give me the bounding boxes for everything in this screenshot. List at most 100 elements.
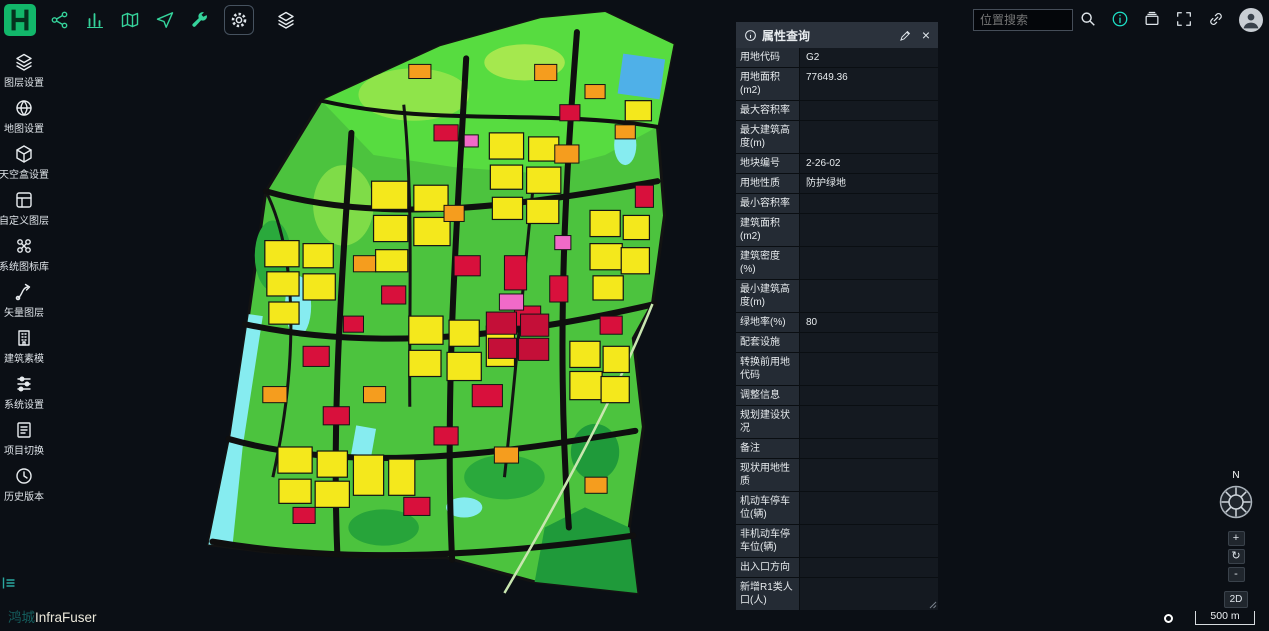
attribute-query-panel: 属性查询 × 用地代码G2用地面积(m2)77649.36最大容积率最大建筑高度… xyxy=(736,22,938,610)
attr-label: 配套设施 xyxy=(736,333,800,352)
map-mode-2d-button[interactable]: 2D xyxy=(1224,591,1248,608)
attr-value: 80 xyxy=(800,313,938,332)
zoom-in-button[interactable]: + xyxy=(1228,531,1245,546)
skybox-icon xyxy=(14,144,34,164)
collection-button[interactable] xyxy=(1143,10,1163,30)
attr-value: 77649.36 xyxy=(800,68,938,100)
attr-value: 防护绿地 xyxy=(800,174,938,193)
attr-value xyxy=(800,459,938,491)
attr-value: G2 xyxy=(800,48,938,67)
attr-label: 新增R1类人口(人) xyxy=(736,578,800,610)
attr-value xyxy=(800,558,938,577)
attr-label: 最小建筑高度(m) xyxy=(736,280,800,312)
close-icon[interactable]: × xyxy=(922,28,930,42)
layers-icon xyxy=(14,52,34,72)
record-indicator[interactable] xyxy=(1164,614,1173,623)
attr-row: 用地代码G2 xyxy=(736,48,938,68)
attr-label: 机动车停车位(辆) xyxy=(736,492,800,524)
attr-label: 地块编号 xyxy=(736,154,800,173)
attr-value xyxy=(800,247,938,279)
attr-label: 调整信息 xyxy=(736,386,800,405)
zoom-out-button[interactable]: - xyxy=(1228,567,1245,582)
bottom-right-bar: 500 m xyxy=(1164,611,1255,625)
brand-prefix: 鸿城 xyxy=(8,610,35,625)
history-version-icon xyxy=(14,466,34,486)
attr-label: 用地代码 xyxy=(736,48,800,67)
zoning-map[interactable] xyxy=(200,4,678,598)
share-button[interactable] xyxy=(49,9,71,31)
sidebar-item-icon-library[interactable]: 系统图标库 xyxy=(0,236,49,273)
settings-gear-button[interactable] xyxy=(224,5,254,35)
attr-row: 绿地率(%)80 xyxy=(736,313,938,333)
panel-header[interactable]: 属性查询 × xyxy=(736,22,938,48)
edit-pencil-icon[interactable] xyxy=(899,29,912,42)
attr-value xyxy=(800,578,938,610)
sidebar-item-system-settings[interactable]: 系统设置 xyxy=(4,374,44,411)
attr-row: 非机动车停车位(辆) xyxy=(736,525,938,558)
attr-row: 机动车停车位(辆) xyxy=(736,492,938,525)
attr-value xyxy=(800,101,938,120)
sidebar-item-layers[interactable]: 图层设置 xyxy=(4,52,44,89)
attr-row: 转换前用地代码 xyxy=(736,353,938,386)
attr-row: 最大建筑高度(m) xyxy=(736,121,938,154)
app-brand: 鸿城InfraFuser xyxy=(8,606,97,626)
compass[interactable] xyxy=(1218,484,1254,520)
search-input[interactable] xyxy=(973,9,1073,31)
sidebar-item-project-switch[interactable]: 项目切换 xyxy=(4,420,44,457)
attr-row: 新增R1类人口(人) xyxy=(736,578,938,610)
attr-label: 备注 xyxy=(736,439,800,458)
attr-row: 用地面积(m2)77649.36 xyxy=(736,68,938,101)
attr-label: 出入口方向 xyxy=(736,558,800,577)
search-icon[interactable] xyxy=(1079,10,1099,30)
sidebar-item-label: 建筑素模 xyxy=(4,350,44,365)
attr-label: 建筑密度(%) xyxy=(736,247,800,279)
attr-label: 规划建设状况 xyxy=(736,406,800,438)
panel-resize-handle[interactable] xyxy=(927,599,937,609)
reset-view-button[interactable]: ↻ xyxy=(1228,549,1245,564)
panel-toggle-icon[interactable] xyxy=(2,576,16,590)
tools-button[interactable] xyxy=(189,9,211,31)
send-button[interactable] xyxy=(154,9,176,31)
top-right-bar xyxy=(973,8,1263,32)
sidebar-item-vector-layer[interactable]: 矢量图层 xyxy=(4,282,44,319)
app-logo-button[interactable] xyxy=(4,4,36,36)
layer-stack-button[interactable] xyxy=(275,9,297,31)
sidebar-item-map[interactable]: 地图设置 xyxy=(4,98,44,135)
attr-value xyxy=(800,214,938,246)
building-model-icon xyxy=(14,328,34,348)
sidebar-item-label: 地图设置 xyxy=(4,120,44,135)
attr-value xyxy=(800,353,938,385)
sidebar-item-custom-layer[interactable]: 自定义图层 xyxy=(0,190,49,227)
user-avatar[interactable] xyxy=(1239,8,1263,32)
north-label: N xyxy=(1232,470,1239,481)
sidebar-item-building-model[interactable]: 建筑素模 xyxy=(4,328,44,365)
sidebar-item-label: 系统图标库 xyxy=(0,258,49,273)
map-viewport[interactable] xyxy=(200,4,678,598)
attr-value xyxy=(800,386,938,405)
attr-row: 建筑密度(%) xyxy=(736,247,938,280)
attr-label: 最大容积率 xyxy=(736,101,800,120)
info-button[interactable] xyxy=(1111,10,1131,30)
link-button[interactable] xyxy=(1207,10,1227,30)
map-icon xyxy=(14,98,34,118)
attr-row: 规划建设状况 xyxy=(736,406,938,439)
fullscreen-button[interactable] xyxy=(1175,10,1195,30)
sidebar-item-label: 天空盒设置 xyxy=(0,166,49,181)
attr-row: 最小容积率 xyxy=(736,194,938,214)
sidebar-item-skybox[interactable]: 天空盒设置 xyxy=(0,144,49,181)
attr-value xyxy=(800,492,938,524)
sidebar-item-history-version[interactable]: 历史版本 xyxy=(4,466,44,503)
attr-row: 用地性质防护绿地 xyxy=(736,174,938,194)
planning-map-button[interactable] xyxy=(119,9,141,31)
attr-value xyxy=(800,121,938,153)
attr-row: 地块编号2-26-02 xyxy=(736,154,938,174)
vector-layer-icon xyxy=(14,282,34,302)
attr-row: 建筑面积(m2) xyxy=(736,214,938,247)
sidebar-item-label: 系统设置 xyxy=(4,396,44,411)
attr-row: 备注 xyxy=(736,439,938,459)
bar-chart-button[interactable] xyxy=(84,9,106,31)
sidebar-item-label: 自定义图层 xyxy=(0,212,49,227)
map-controls: N + ↻ - 2D xyxy=(1217,470,1255,608)
info-icon xyxy=(744,29,757,42)
attribute-table: 用地代码G2用地面积(m2)77649.36最大容积率最大建筑高度(m)地块编号… xyxy=(736,48,938,610)
